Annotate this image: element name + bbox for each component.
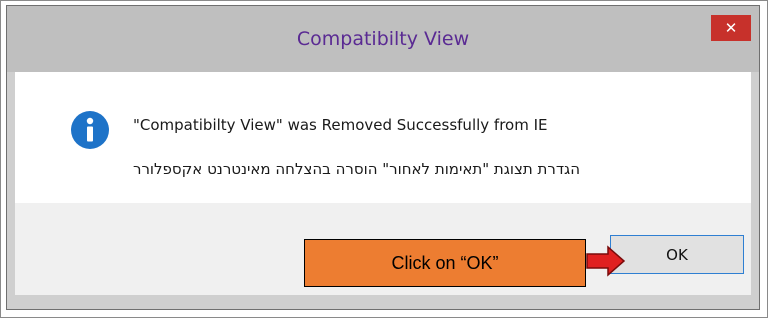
screenshot-frame: Compatibilty View ✕ "Compatibilty View" … bbox=[0, 0, 768, 318]
message-dialog: Compatibilty View ✕ "Compatibilty View" … bbox=[6, 5, 760, 310]
message-hebrew: הגדרת תצוגת "תאימות לאחור" הוסרה בהצלחה … bbox=[133, 160, 581, 178]
close-button[interactable]: ✕ bbox=[711, 15, 751, 41]
dialog-content: "Compatibilty View" was Removed Successf… bbox=[15, 72, 751, 203]
right-arrow-icon bbox=[586, 245, 626, 277]
message-english: "Compatibilty View" was Removed Successf… bbox=[133, 116, 548, 134]
dialog-footer: OK Click on “OK” bbox=[15, 203, 751, 295]
click-ok-callout: Click on “OK” bbox=[304, 239, 586, 287]
title-bar[interactable]: Compatibilty View ✕ bbox=[7, 6, 759, 72]
ok-button[interactable]: OK bbox=[610, 235, 744, 274]
dialog-title: Compatibilty View bbox=[296, 28, 470, 50]
info-icon bbox=[71, 111, 109, 149]
close-icon: ✕ bbox=[724, 19, 738, 37]
